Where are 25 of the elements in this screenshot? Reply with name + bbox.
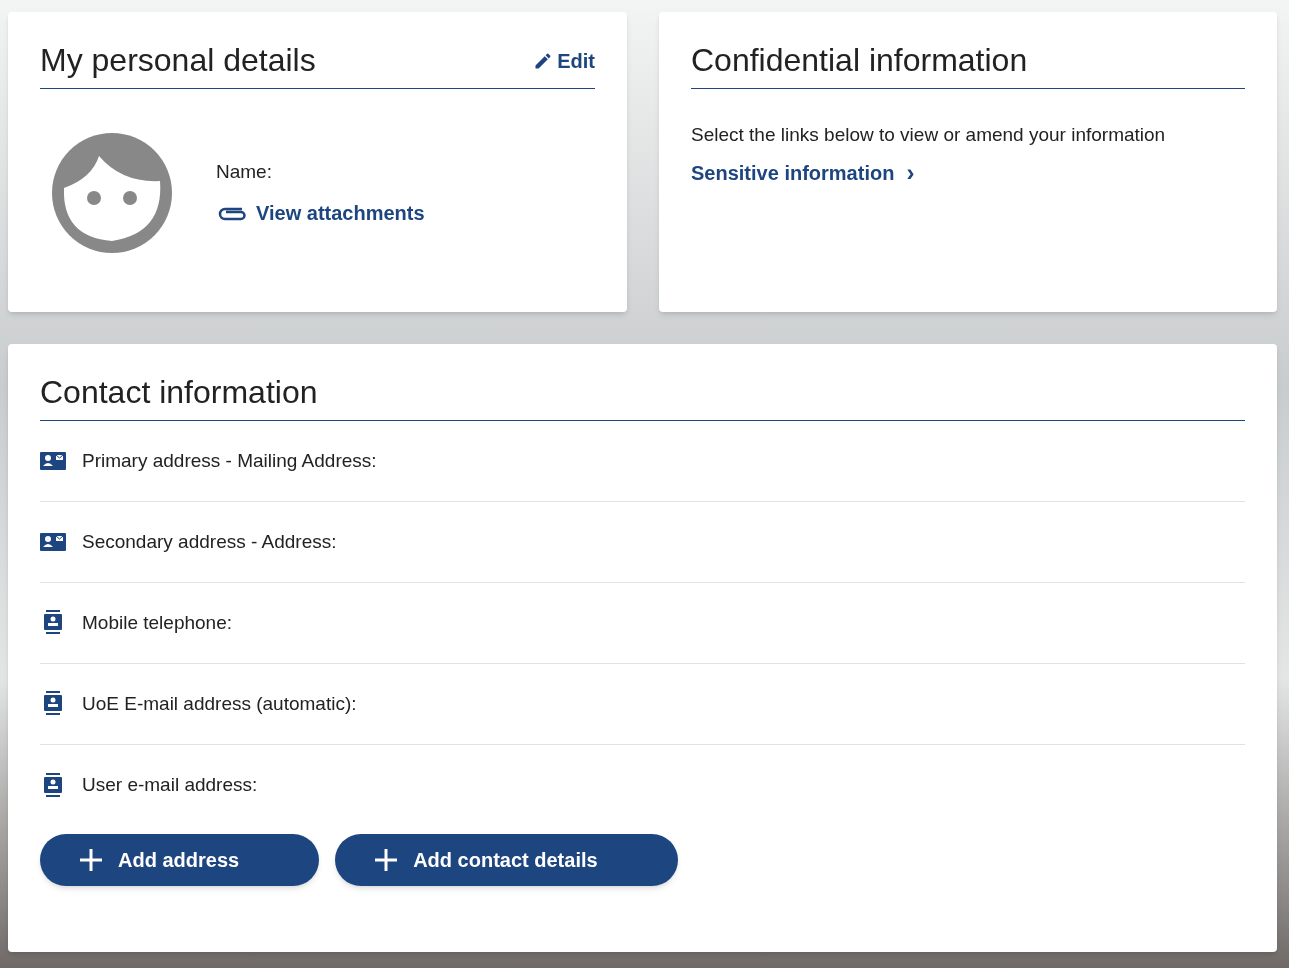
plus-icon [80, 849, 102, 871]
sensitive-information-link[interactable]: Sensitive information › [691, 157, 915, 188]
contact-field-label: Mobile telephone: [82, 610, 232, 635]
avatar-face-icon [52, 133, 172, 253]
add-button[interactable]: Add address [40, 834, 320, 886]
address-card-icon [40, 532, 66, 552]
add-button[interactable]: Add contact details [335, 834, 678, 886]
edit-link[interactable]: Edit [533, 46, 595, 76]
contact-field-label: User e-mail address: [82, 773, 258, 798]
card-title: Confidential information [691, 44, 1029, 76]
card-title: Contact information [40, 376, 319, 408]
view-attachments-link[interactable]: View attachments [216, 198, 425, 229]
address-card-icon [40, 451, 66, 471]
chevron: › [906, 160, 915, 185]
contact-field-label: Secondary address - Address: [82, 529, 337, 554]
contact-field-label: Primary address - Mailing Address: [82, 448, 377, 473]
plus-icon [375, 849, 398, 871]
contact-field-label: UoE E-mail address (automatic): [82, 691, 357, 716]
contact-book-icon [42, 772, 64, 799]
description-text: Select the links below to view or amend your information [691, 123, 1167, 147]
card-title: My personal details [40, 44, 316, 76]
paperclip-icon [216, 205, 248, 222]
name-label: Name: [216, 159, 273, 184]
contact-book-icon [42, 691, 64, 717]
contact-book-icon [42, 610, 64, 636]
